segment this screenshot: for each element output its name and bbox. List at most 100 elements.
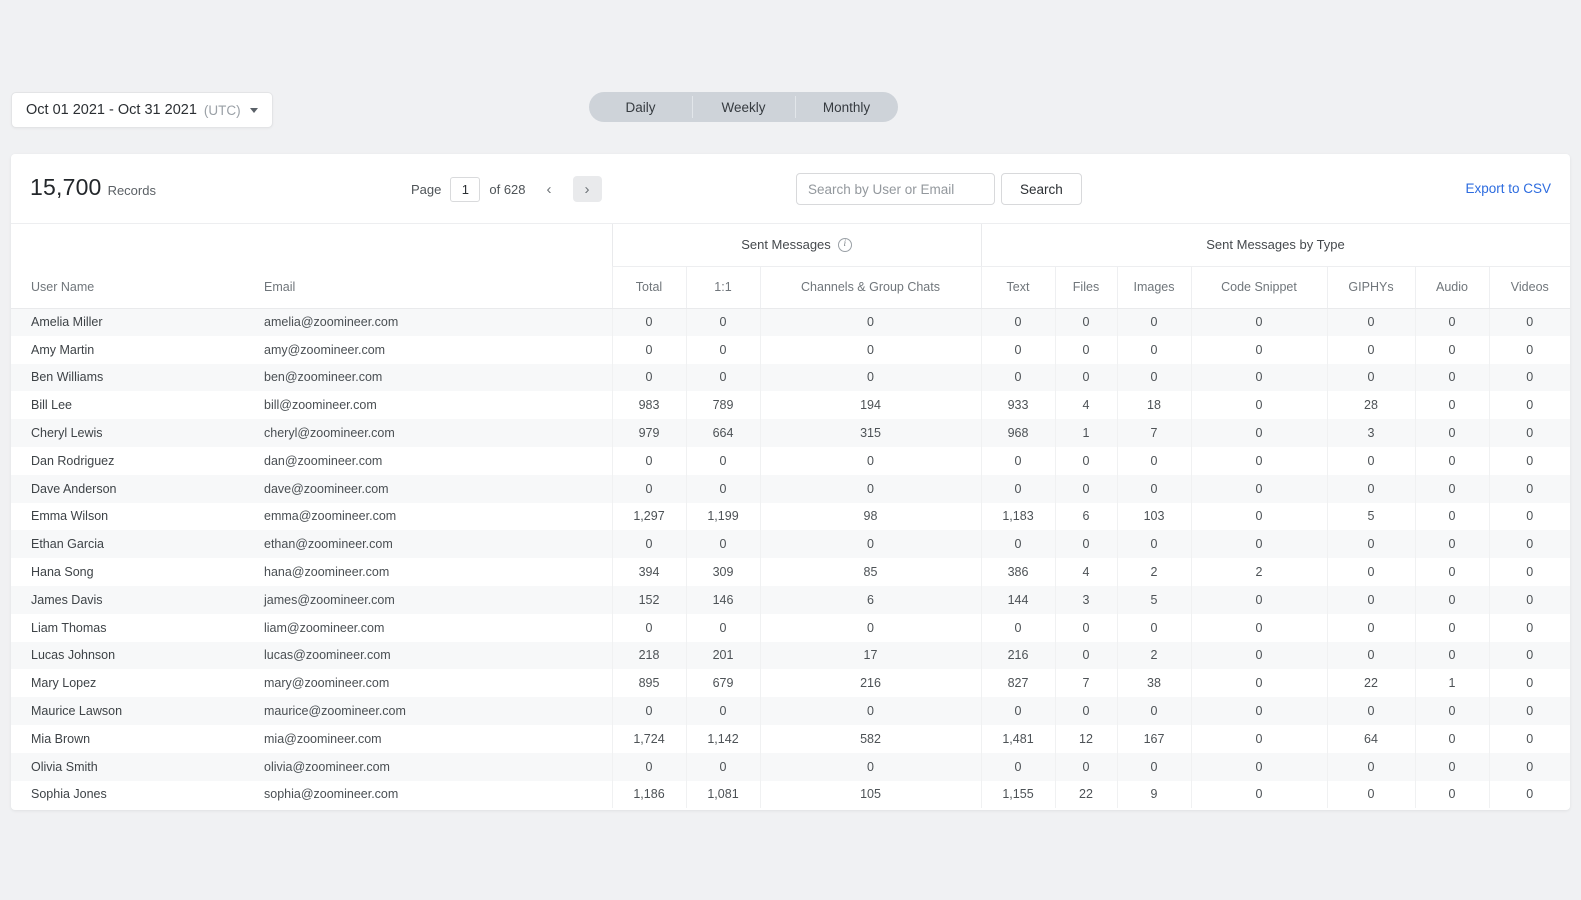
cell-channels-group-chats: 0 xyxy=(760,447,981,475)
period-option-monthly[interactable]: Monthly xyxy=(795,92,898,122)
cell-channels-group-chats: 216 xyxy=(760,669,981,697)
cell-videos: 0 xyxy=(1489,364,1570,392)
cell-email: hana@zoomineer.com xyxy=(244,558,612,586)
cell-one-on-one: 0 xyxy=(686,614,760,642)
cell-images: 2 xyxy=(1117,558,1191,586)
cell-audio: 0 xyxy=(1415,725,1489,753)
cell-files: 1 xyxy=(1055,419,1117,447)
cell-text: 827 xyxy=(981,669,1055,697)
cell-files: 0 xyxy=(1055,475,1117,503)
cell-videos: 0 xyxy=(1489,530,1570,558)
cell-files: 0 xyxy=(1055,753,1117,781)
cell-giphys: 0 xyxy=(1327,364,1415,392)
table-body: Amelia Milleramelia@zoomineer.com0000000… xyxy=(11,308,1570,808)
cell-images: 18 xyxy=(1117,391,1191,419)
cell-images: 167 xyxy=(1117,725,1191,753)
cell-channels-group-chats: 0 xyxy=(760,475,981,503)
column-header-videos[interactable]: Videos xyxy=(1489,266,1570,308)
cell-videos: 0 xyxy=(1489,558,1570,586)
cell-videos: 0 xyxy=(1489,503,1570,531)
cell-audio: 0 xyxy=(1415,391,1489,419)
table-row[interactable]: Olivia Smitholivia@zoomineer.com00000000… xyxy=(11,753,1570,781)
column-header-total[interactable]: Total xyxy=(612,266,686,308)
table-row[interactable]: Dan Rodriguezdan@zoomineer.com0000000000 xyxy=(11,447,1570,475)
cell-total: 1,186 xyxy=(612,781,686,809)
table-row[interactable]: Hana Songhana@zoomineer.com3943098538642… xyxy=(11,558,1570,586)
column-header-audio[interactable]: Audio xyxy=(1415,266,1489,308)
cell-email: james@zoomineer.com xyxy=(244,586,612,614)
export-to-csv-link[interactable]: Export to CSV xyxy=(1465,181,1551,196)
cell-channels-group-chats: 0 xyxy=(760,364,981,392)
period-toggle[interactable]: Daily Weekly Monthly xyxy=(589,92,898,122)
cell-giphys: 28 xyxy=(1327,391,1415,419)
column-header-user-name[interactable]: User Name xyxy=(11,266,244,308)
table-row[interactable]: Sophia Jonessophia@zoomineer.com1,1861,0… xyxy=(11,781,1570,809)
column-header-code-snippet[interactable]: Code Snippet xyxy=(1191,266,1327,308)
cell-videos: 0 xyxy=(1489,753,1570,781)
table-row[interactable]: Ben Williamsben@zoomineer.com0000000000 xyxy=(11,364,1570,392)
period-option-daily[interactable]: Daily xyxy=(589,92,692,122)
table-row[interactable]: Emma Wilsonemma@zoomineer.com1,2971,1999… xyxy=(11,503,1570,531)
table-row[interactable]: Amelia Milleramelia@zoomineer.com0000000… xyxy=(11,308,1570,336)
cell-email: dan@zoomineer.com xyxy=(244,447,612,475)
table-row[interactable]: Cheryl Lewischeryl@zoomineer.com97966431… xyxy=(11,419,1570,447)
cell-total: 895 xyxy=(612,669,686,697)
table-row[interactable]: Mary Lopezmary@zoomineer.com895679216827… xyxy=(11,669,1570,697)
cell-text: 1,481 xyxy=(981,725,1055,753)
table-header-row: User Name Email Total 1:1 Channels & Gro… xyxy=(11,266,1570,308)
period-option-weekly[interactable]: Weekly xyxy=(692,92,795,122)
cell-code-snippet: 0 xyxy=(1191,642,1327,670)
cell-email: ethan@zoomineer.com xyxy=(244,530,612,558)
page-number-input[interactable] xyxy=(450,177,480,202)
column-header-text[interactable]: Text xyxy=(981,266,1055,308)
cell-videos: 0 xyxy=(1489,391,1570,419)
cell-email: maurice@zoomineer.com xyxy=(244,697,612,725)
analytics-page: Oct 01 2021 - Oct 31 2021 (UTC) Daily We… xyxy=(0,0,1581,900)
search-input[interactable] xyxy=(796,173,995,205)
next-page-button[interactable]: › xyxy=(573,176,602,202)
table-row[interactable]: Mia Brownmia@zoomineer.com1,7241,1425821… xyxy=(11,725,1570,753)
cell-videos: 0 xyxy=(1489,669,1570,697)
date-range-label: Oct 01 2021 - Oct 31 2021 xyxy=(26,102,197,118)
date-range-picker[interactable]: Oct 01 2021 - Oct 31 2021 (UTC) xyxy=(11,92,273,128)
cell-code-snippet: 0 xyxy=(1191,530,1327,558)
column-header-files[interactable]: Files xyxy=(1055,266,1117,308)
usage-table: Sent Messages i Sent Messages by Type Us… xyxy=(11,224,1570,808)
column-header-one-on-one[interactable]: 1:1 xyxy=(686,266,760,308)
table-row[interactable]: Maurice Lawsonmaurice@zoomineer.com00000… xyxy=(11,697,1570,725)
cell-user-name: James Davis xyxy=(11,586,244,614)
column-header-email[interactable]: Email xyxy=(244,266,612,308)
cell-videos: 0 xyxy=(1489,725,1570,753)
timezone-label: (UTC) xyxy=(204,103,241,118)
cell-email: lucas@zoomineer.com xyxy=(244,642,612,670)
cell-total: 1,724 xyxy=(612,725,686,753)
info-icon[interactable]: i xyxy=(838,238,852,252)
cell-email: ben@zoomineer.com xyxy=(244,364,612,392)
cell-email: mia@zoomineer.com xyxy=(244,725,612,753)
cell-images: 0 xyxy=(1117,614,1191,642)
search-button[interactable]: Search xyxy=(1001,173,1082,205)
cell-videos: 0 xyxy=(1489,642,1570,670)
table-row[interactable]: Lucas Johnsonlucas@zoomineer.com21820117… xyxy=(11,642,1570,670)
cell-email: cheryl@zoomineer.com xyxy=(244,419,612,447)
cell-channels-group-chats: 6 xyxy=(760,586,981,614)
table-row[interactable]: James Davisjames@zoomineer.com1521466144… xyxy=(11,586,1570,614)
table-row[interactable]: Liam Thomasliam@zoomineer.com0000000000 xyxy=(11,614,1570,642)
cell-text: 144 xyxy=(981,586,1055,614)
previous-page-button[interactable]: ‹ xyxy=(535,176,564,202)
cell-channels-group-chats: 85 xyxy=(760,558,981,586)
cell-user-name: Mia Brown xyxy=(11,725,244,753)
table-row[interactable]: Amy Martinamy@zoomineer.com0000000000 xyxy=(11,336,1570,364)
cell-giphys: 0 xyxy=(1327,586,1415,614)
cell-user-name: Liam Thomas xyxy=(11,614,244,642)
cell-files: 4 xyxy=(1055,391,1117,419)
column-header-giphys[interactable]: GIPHYs xyxy=(1327,266,1415,308)
table-row[interactable]: Ethan Garciaethan@zoomineer.com000000000… xyxy=(11,530,1570,558)
cell-giphys: 0 xyxy=(1327,781,1415,809)
column-header-channels-group-chats[interactable]: Channels & Group Chats xyxy=(760,266,981,308)
column-header-images[interactable]: Images xyxy=(1117,266,1191,308)
table-row[interactable]: Dave Andersondave@zoomineer.com000000000… xyxy=(11,475,1570,503)
cell-text: 216 xyxy=(981,642,1055,670)
cell-videos: 0 xyxy=(1489,447,1570,475)
table-row[interactable]: Bill Leebill@zoomineer.com98378919493341… xyxy=(11,391,1570,419)
